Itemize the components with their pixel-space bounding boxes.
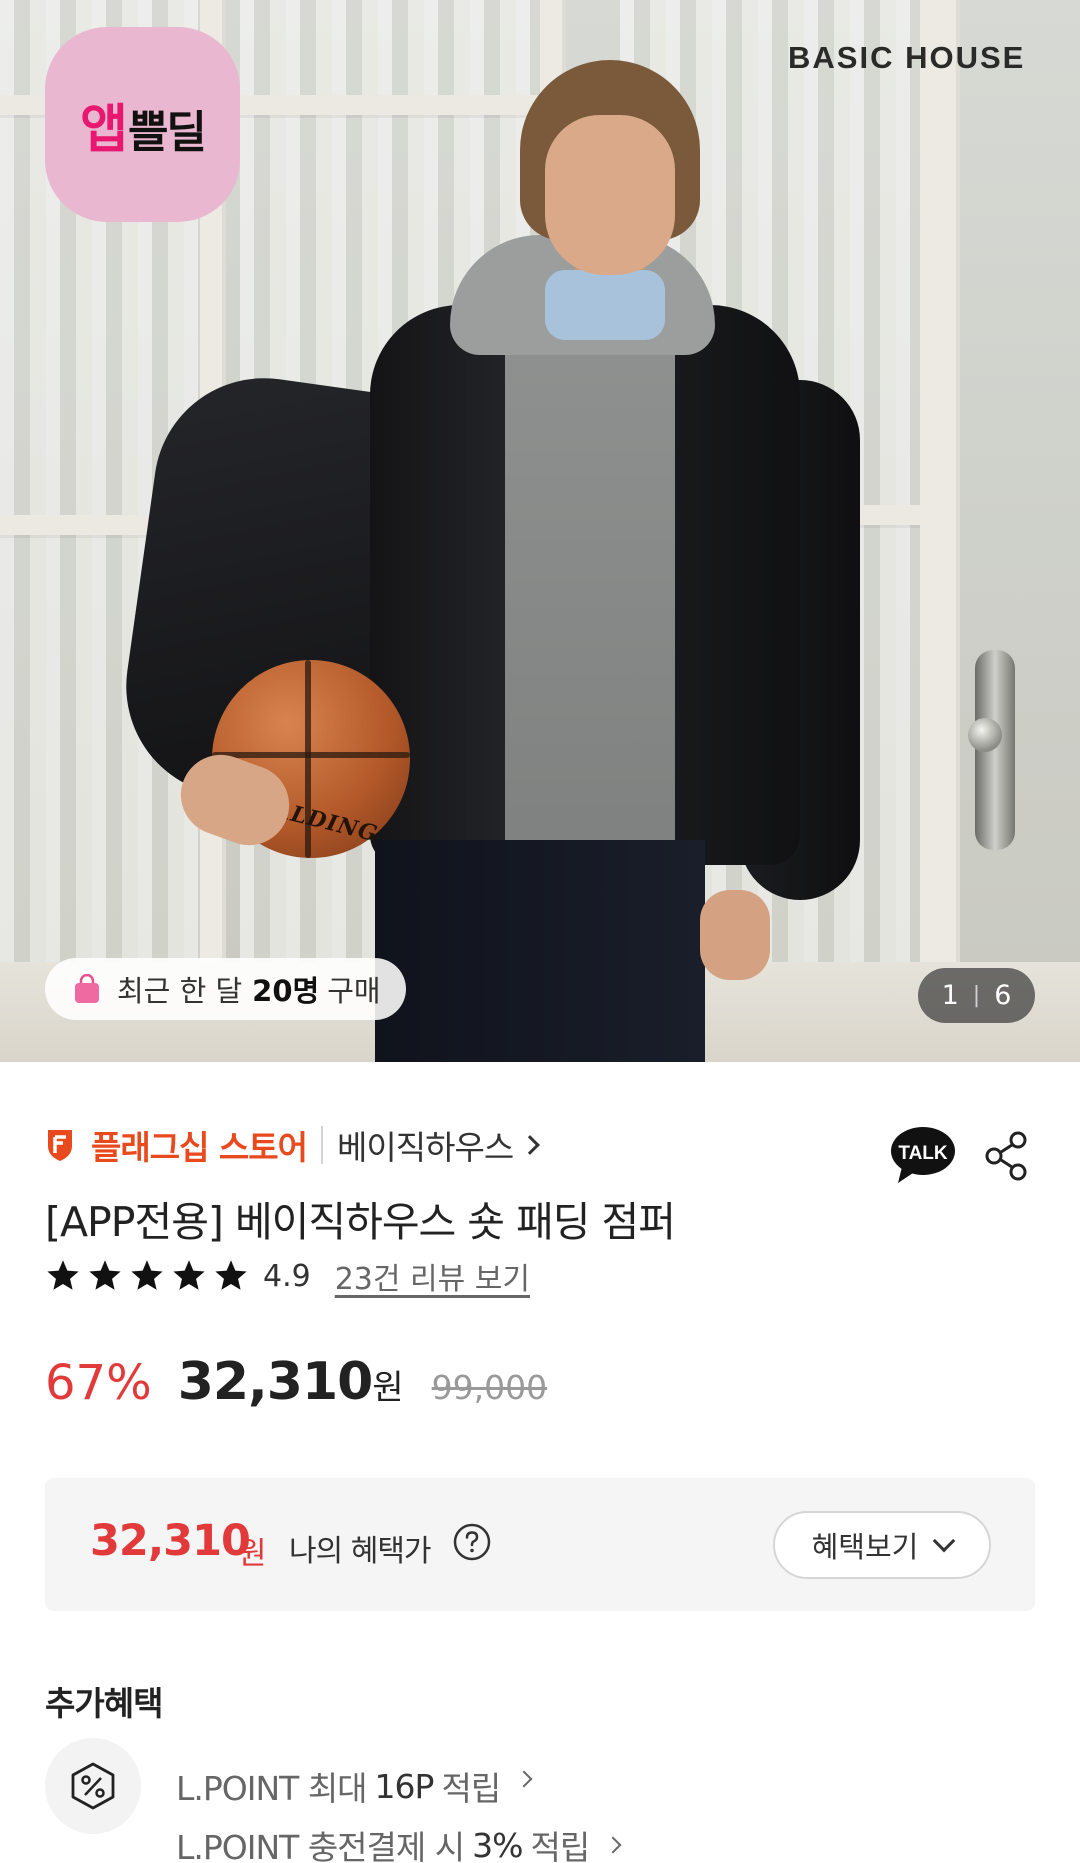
rating-stars <box>45 1258 255 1294</box>
basketball-seam <box>212 752 410 758</box>
view-benefits-label: 혜택보기 <box>811 1530 919 1564</box>
purchase-badge-suffix: 구매 <box>327 974 381 1008</box>
rating-row: 4.9 23건 리뷰 보기 <box>45 1252 530 1300</box>
chevron-down-icon <box>933 1529 956 1553</box>
lpoint-value: 16P <box>374 1766 435 1806</box>
model-pants <box>375 840 705 1062</box>
lpoint-suffix: 적립 <box>441 1769 501 1808</box>
flag-icon <box>48 1130 72 1161</box>
lpoint-prefix: L.POINT 최대 <box>176 1769 368 1808</box>
purchase-badge-prefix: 최근 한 달 <box>117 974 243 1008</box>
percent-icon <box>45 1738 141 1834</box>
product-image-carousel[interactable]: SPALDING 앱 쁠딜 BASIC HOUSE 최근 한 달 20명 구매 … <box>0 0 1080 1062</box>
flagship-store-label[interactable]: 플래그십 스토어 <box>91 1121 308 1169</box>
store-divider <box>321 1126 324 1164</box>
star-icon <box>173 1260 205 1290</box>
page-total: 6 <box>994 980 1012 1011</box>
lpoint-charge-suffix: 적립 <box>530 1828 590 1863</box>
help-icon[interactable] <box>452 1522 492 1562</box>
star-icon <box>131 1260 163 1290</box>
percent-icon-graphic <box>71 1762 115 1810</box>
benefit-price-label: 나의 혜택가 <box>289 1534 432 1569</box>
star-icon <box>47 1260 79 1290</box>
lpoint-benefit-row[interactable]: L.POINT 최대 16P 적립 <box>176 1762 533 1810</box>
benefit-price-box: 32,310 원 나의 혜택가 혜택보기 <box>45 1478 1035 1611</box>
product-title: [APP전용] 베이직하우스 숏 패딩 점퍼 <box>45 1198 676 1246</box>
review-link[interactable]: 23건 리뷰 보기 <box>335 1254 530 1298</box>
share-icon[interactable] <box>982 1130 1030 1182</box>
brand-wordmark: BASIC HOUSE <box>788 40 1026 75</box>
app-deal-badge: 앱 쁠딜 <box>45 27 240 222</box>
chevron-right-icon <box>515 1770 533 1788</box>
lpoint-charge-prefix: L.POINT 충전결제 시 <box>176 1828 465 1863</box>
original-price: 99,000 <box>431 1368 548 1407</box>
model-face <box>545 115 675 275</box>
shopping-bag-icon <box>75 974 99 1003</box>
lpoint-charge-value: 3% <box>472 1825 523 1863</box>
recent-purchase-badge: 최근 한 달 20명 구매 <box>45 958 406 1020</box>
star-icon <box>89 1260 121 1290</box>
svg-text:TALK: TALK <box>898 1143 948 1164</box>
benefit-price: 32,310 <box>90 1516 251 1566</box>
discount-rate: 67% <box>45 1355 152 1411</box>
image-page-indicator: 1 | 6 <box>918 968 1035 1023</box>
benefit-price-unit: 원 <box>238 1536 267 1572</box>
kakao-talk-icon[interactable]: TALK <box>890 1125 956 1185</box>
extra-benefits-title: 추가혜택 <box>45 1684 163 1723</box>
blue-shirt-collar <box>545 270 665 340</box>
purchase-badge-count: 20명 <box>252 974 320 1008</box>
brand-store-link[interactable]: 베이직하우스 <box>337 1121 541 1169</box>
app-badge-part2: 쁠딜 <box>127 107 207 158</box>
lpoint-charge-benefit-row[interactable]: L.POINT 충전결제 시 3% 적립 <box>176 1821 622 1863</box>
price-row: 67% 32,310 원 99,000 <box>45 1352 547 1422</box>
chevron-right-icon <box>520 1135 541 1155</box>
chevron-right-icon <box>604 1836 622 1854</box>
sale-price-unit: 원 <box>372 1368 404 1408</box>
page-current: 1 <box>941 980 959 1011</box>
page-separator: | <box>972 983 981 1008</box>
sale-price: 32,310 <box>177 1352 374 1412</box>
brand-name: 베이직하우스 <box>337 1128 514 1167</box>
store-info-row: 플래그십 스토어 베이직하우스 <box>45 1120 541 1170</box>
model-hand <box>700 890 770 980</box>
app-badge-part1: 앱 <box>80 100 128 160</box>
rating-score: 4.9 <box>263 1258 311 1294</box>
view-benefits-button[interactable]: 혜택보기 <box>773 1511 991 1579</box>
star-icon <box>215 1260 247 1290</box>
grey-hoodie <box>505 330 675 860</box>
